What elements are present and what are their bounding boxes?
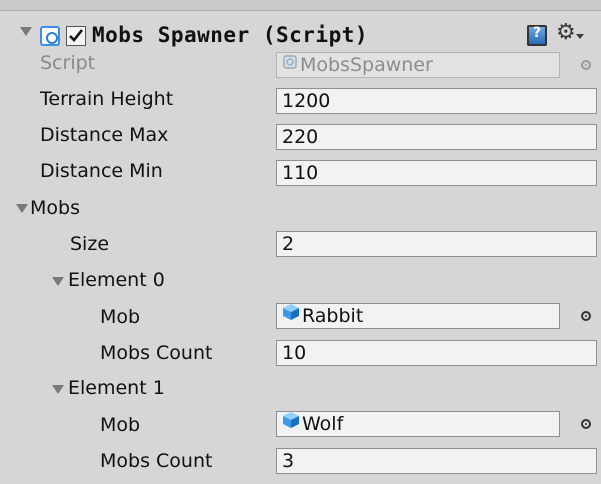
book-help-icon[interactable] [527,25,547,46]
element-0-mob-label: Mob [100,306,141,328]
component-enabled-checkbox[interactable] [66,26,86,46]
element-0-mob-value: Rabbit [302,305,364,327]
distance-max-field[interactable]: 220 [276,124,597,150]
element-0-label[interactable]: Element 0 [68,269,165,291]
element-1-object-picker-icon[interactable] [581,419,591,429]
script-field: MobsSpawner [276,52,560,78]
element-0-foldout-arrow-icon[interactable] [52,277,64,286]
element-1-count-field[interactable]: 3 [276,448,597,474]
script-component-icon [40,26,60,46]
element-0-count-field[interactable]: 10 [276,340,597,366]
element-1-mob-value: Wolf [302,413,344,435]
element-0-object-picker-icon[interactable] [581,311,591,321]
terrain-height-field[interactable]: 1200 [276,88,597,114]
mobs-label[interactable]: Mobs [30,197,80,219]
element-0-count-label: Mobs Count [100,342,213,364]
checkmark-icon [69,29,84,42]
element-1-foldout-arrow-icon[interactable] [52,385,64,394]
prefab-cube-icon [282,412,300,435]
script-file-icon [282,53,298,76]
terrain-height-label: Terrain Height [40,88,174,110]
element-1-mob-field[interactable]: Wolf [276,411,560,437]
component-title: Mobs Spawner (Script) [92,23,369,47]
size-field[interactable]: 2 [276,231,597,257]
inspector-panel: Mobs Spawner (Script) ⚙ Script MobsSpawn… [0,0,601,484]
distance-min-label: Distance Min [40,160,163,182]
element-1-label[interactable]: Element 1 [68,377,165,399]
component-foldout-arrow-icon[interactable] [20,27,32,36]
script-object-picker-icon [581,60,591,70]
element-1-count-label: Mobs Count [100,450,213,472]
size-label: Size [70,233,110,255]
script-value: MobsSpawner [300,54,433,76]
distance-min-field[interactable]: 110 [276,160,597,186]
gear-icon[interactable]: ⚙ [556,22,576,44]
element-0-mob-field[interactable]: Rabbit [276,303,560,329]
gear-dropdown-caret-icon[interactable] [576,34,584,39]
mobs-foldout-arrow-icon[interactable] [16,204,28,213]
distance-max-label: Distance Max [40,124,169,146]
prefab-cube-icon [282,304,300,327]
component-header[interactable]: Mobs Spawner (Script) ⚙ [0,10,601,50]
script-label: Script [40,52,96,74]
element-1-mob-label: Mob [100,414,141,436]
